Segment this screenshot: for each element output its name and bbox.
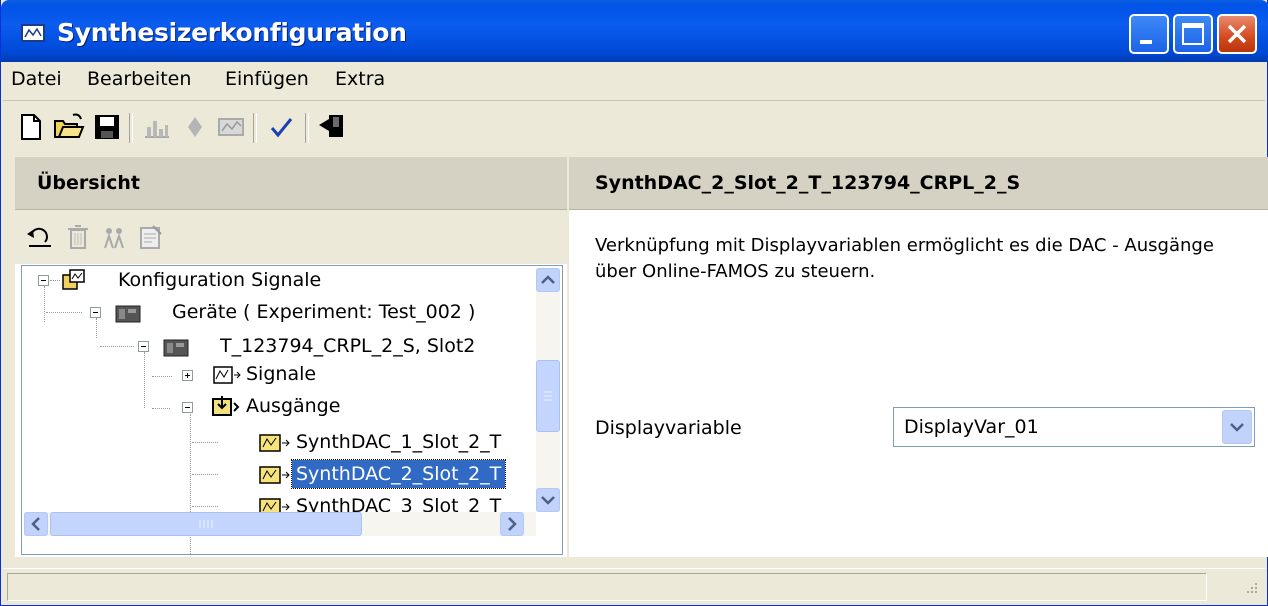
tree-horizontal-scrollbar[interactable] <box>24 512 536 536</box>
scroll-right-button[interactable] <box>500 512 524 536</box>
tree-node-out1[interactable]: SynthDAC_1_Slot_2_T <box>296 428 501 456</box>
scroll-down-button[interactable] <box>536 488 560 512</box>
hscroll-thumb[interactable] <box>50 512 362 536</box>
collapse-device-toggle[interactable] <box>138 341 149 352</box>
overview-pane: Übersicht Konfiguration Signale Geräte (… <box>15 157 567 557</box>
undo-icon[interactable] <box>25 222 55 252</box>
exit-icon[interactable] <box>317 111 349 143</box>
device-icon <box>162 336 190 358</box>
status-panel <box>7 573 1207 601</box>
window-title: Synthesizerkonfiguration <box>57 18 407 47</box>
title-bar[interactable]: Synthesizerkonfiguration <box>1 0 1268 62</box>
check-icon[interactable] <box>265 111 297 143</box>
status-bar <box>3 568 1265 605</box>
diamond-icon[interactable] <box>179 111 211 143</box>
properties-icon[interactable] <box>135 222 165 252</box>
collapse-root-toggle[interactable] <box>38 275 49 286</box>
detail-description: Verknüpfung mit Displayvariablen ermögli… <box>595 235 1214 282</box>
new-file-icon[interactable] <box>15 111 47 143</box>
signal-folder-icon <box>212 364 242 386</box>
maximize-button[interactable] <box>1173 14 1213 54</box>
signal-window-icon <box>21 24 45 42</box>
tree-node-root[interactable]: Konfiguration Signale <box>118 266 321 294</box>
trash-icon[interactable] <box>63 222 93 252</box>
config-tree[interactable]: Konfiguration Signale Geräte ( Experimen… <box>21 265 563 555</box>
dac-output-icon <box>258 464 292 486</box>
open-folder-icon[interactable] <box>53 111 85 143</box>
menu-extra[interactable]: Extra <box>335 68 385 90</box>
overview-title: Übersicht <box>37 172 140 194</box>
device-icon <box>114 302 142 324</box>
tree-toolbar <box>15 210 567 264</box>
resize-grip-icon[interactable] <box>1239 579 1259 599</box>
config-icon <box>62 269 86 291</box>
displayvariable-select[interactable]: DisplayVar_01 <box>893 407 1255 447</box>
detail-header: SynthDAC_2_Slot_2_T_123794_CRPL_2_S <box>569 157 1268 210</box>
app-window: Synthesizerkonfiguration Datei Bearbeite… <box>0 0 1268 606</box>
scroll-up-button[interactable] <box>536 268 560 292</box>
displayvariable-label: Displayvariable <box>595 417 742 439</box>
tree-node-out2-selected[interactable]: SynthDAC_2_Slot_2_T <box>290 459 507 489</box>
detail-title: SynthDAC_2_Slot_2_T_123794_CRPL_2_S <box>595 172 1021 194</box>
dac-output-icon <box>258 432 292 454</box>
displayvariable-value: DisplayVar_01 <box>904 416 1039 438</box>
toolbar <box>3 101 1265 153</box>
menu-datei[interactable]: Datei <box>11 68 62 90</box>
tree-node-devices[interactable]: Geräte ( Experiment: Test_002 ) <box>172 298 475 326</box>
tree-node-signals[interactable]: Signale <box>246 360 316 388</box>
tree-node-device[interactable]: T_123794_CRPL_2_S, Slot2 <box>220 332 475 360</box>
tree-node-outputs[interactable]: Ausgänge <box>246 392 340 420</box>
minimize-button[interactable] <box>1129 14 1169 54</box>
tree-vertical-scrollbar[interactable] <box>536 268 560 512</box>
menu-einfuegen[interactable]: Einfügen <box>225 68 309 90</box>
overview-header: Übersicht <box>15 157 567 210</box>
collapse-devices-toggle[interactable] <box>90 307 101 318</box>
chevron-down-icon[interactable] <box>1222 410 1252 444</box>
close-button[interactable] <box>1217 14 1257 54</box>
menu-bar: Datei Bearbeiten Einfügen Extra <box>3 62 1265 101</box>
scroll-thumb[interactable] <box>536 360 560 432</box>
expand-signals-toggle[interactable] <box>182 370 193 381</box>
scroll-left-button[interactable] <box>24 512 48 536</box>
detail-pane: SynthDAC_2_Slot_2_T_123794_CRPL_2_S Verk… <box>567 157 1268 557</box>
signal-icon[interactable] <box>141 111 173 143</box>
display-icon[interactable] <box>215 111 247 143</box>
save-icon[interactable] <box>91 111 123 143</box>
collapse-outputs-toggle[interactable] <box>182 402 193 413</box>
menu-bearbeiten[interactable]: Bearbeiten <box>87 68 191 90</box>
people-icon[interactable] <box>99 222 129 252</box>
outputs-folder-icon <box>210 394 242 418</box>
